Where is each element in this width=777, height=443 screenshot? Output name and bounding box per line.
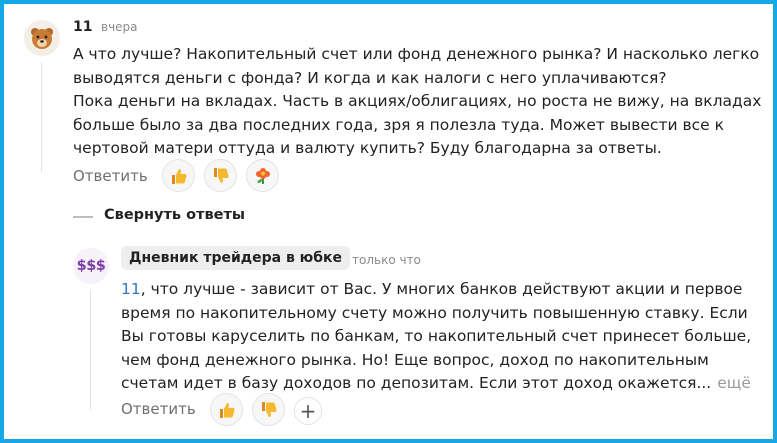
mention-link[interactable]: 11 (121, 280, 141, 298)
thumbs-up-icon (219, 402, 235, 418)
reply-like-button[interactable] (210, 393, 243, 426)
flower-icon (255, 167, 270, 184)
reply-dislike-button[interactable] (252, 393, 285, 426)
comment-line: больше было за два последних года, зря я… (73, 115, 724, 134)
reply-line: Вы готовы каруселить по банкам, то накоп… (121, 327, 752, 345)
reply-line: 11, что лучше - зависит от Вас. У многих… (121, 278, 751, 302)
comment-line: А что лучше? Накопительный счет или фонд… (73, 45, 760, 63)
flower-reaction-button[interactable] (246, 159, 279, 192)
show-more-link[interactable]: ещё (717, 374, 751, 392)
dollar-avatar-icon: $$$ (76, 258, 106, 274)
comment-line: чертовой матери оттуда и валюту купить? … (73, 139, 662, 157)
reply-text: 11, что лучше - зависит от Вас. У многих… (121, 278, 751, 396)
bear-icon (31, 28, 53, 49)
reply-time: только что (352, 253, 421, 267)
add-reaction-button[interactable]: + (294, 397, 322, 425)
reply-thread-line (90, 290, 91, 410)
reply-line-rest: , что лучше - зависит от Вас. У многих б… (140, 280, 743, 298)
reply-reply-button[interactable]: Ответить (121, 400, 196, 418)
comment-time: вчера (101, 20, 138, 34)
user-avatar[interactable] (24, 20, 60, 56)
add-reaction-icon: + (299, 399, 317, 423)
comment-text: А что лучше? Накопительный счет или фонд… (73, 43, 761, 161)
reply-line: чем фонд денежного рынка. Но! Еще вопрос… (121, 350, 709, 369)
comment-line: выводятся деньги с фонда? И когда и как … (73, 68, 667, 87)
comment-author[interactable]: 11 (73, 19, 92, 35)
collapse-dash (73, 216, 93, 218)
thumbs-up-icon (171, 168, 187, 184)
screenshot-frame: 11 вчера А что лучше? Накопительный счет… (0, 0, 777, 443)
reply-avatar[interactable]: $$$ (73, 248, 109, 284)
thumbs-down-icon (261, 401, 277, 417)
reply-author[interactable]: Дневник трейдера в юбке (121, 246, 351, 270)
thumbs-down-icon (213, 167, 229, 183)
reply-line-last: счетам идет в базу доходов по депозитам.… (121, 374, 712, 392)
comment-line: Пока деньги на вкладах. Часть в акциях/о… (73, 92, 762, 110)
reply-line: счетам идет в базу доходов по депозитам.… (121, 372, 751, 396)
collapse-replies-button[interactable]: Свернуть ответы (104, 207, 245, 223)
thread-line (41, 62, 42, 172)
like-button[interactable] (162, 159, 195, 192)
reply-button[interactable]: Ответить (73, 167, 148, 185)
dislike-button[interactable] (204, 159, 237, 192)
reply-line: время по накопительному счету можно полу… (121, 303, 748, 322)
